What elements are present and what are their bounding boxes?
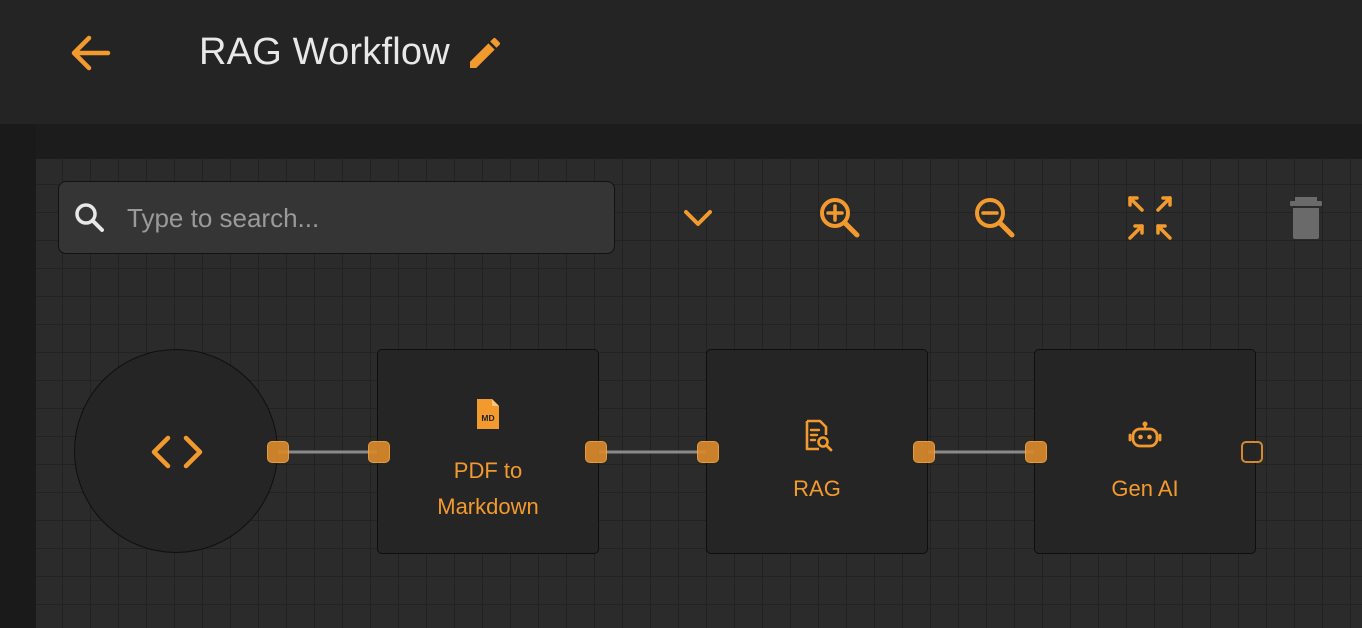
document-search-icon [805,419,833,452]
pencil-icon [470,37,501,68]
search-input[interactable] [125,194,599,242]
zoom-out-button[interactable] [970,193,1018,241]
delete-button[interactable] [1283,193,1331,241]
node-rag[interactable]: RAG [706,349,928,554]
node-pdf-to-markdown[interactable]: MD PDF to Markdown [377,349,599,554]
expand-dropdown-button[interactable] [674,194,722,242]
zoom-in-icon [820,198,860,238]
genai-input-handle[interactable] [1025,441,1047,463]
app-header: RAG Workflow [0,0,1362,125]
start-output-handle[interactable] [267,441,289,463]
svg-text:MD: MD [481,413,494,423]
arrow-left-icon [71,35,111,71]
left-sidebar-edge [0,124,36,628]
edit-title-button[interactable] [465,33,505,73]
pdf-input-handle[interactable] [368,441,390,463]
trash-icon [1290,197,1322,239]
chevron-down-icon [684,210,712,226]
genai-output-handle[interactable] [1241,441,1263,463]
fit-view-icon [1128,196,1172,240]
pdf-output-handle[interactable] [585,441,607,463]
search-box[interactable] [58,181,615,254]
node-label-line1: PDF to [453,458,523,483]
rag-output-handle[interactable] [913,441,935,463]
rag-input-handle[interactable] [697,441,719,463]
code-brackets-icon [151,435,203,469]
node-label-line2: Markdown [437,494,539,519]
node-label: Gen AI [1111,476,1179,501]
markdown-file-icon: MD [477,399,499,429]
workflow-title: RAG Workflow [199,31,450,73]
node-gen-ai[interactable]: Gen AI [1034,349,1256,554]
back-button[interactable] [68,30,114,76]
search-icon [75,203,104,232]
start-node[interactable] [74,349,278,553]
node-label: RAG [793,476,841,501]
zoom-in-button[interactable] [815,193,863,241]
robot-icon [1128,421,1162,448]
fit-view-button[interactable] [1126,194,1174,242]
zoom-out-icon [975,198,1015,238]
canvas-top-band [36,124,1362,159]
